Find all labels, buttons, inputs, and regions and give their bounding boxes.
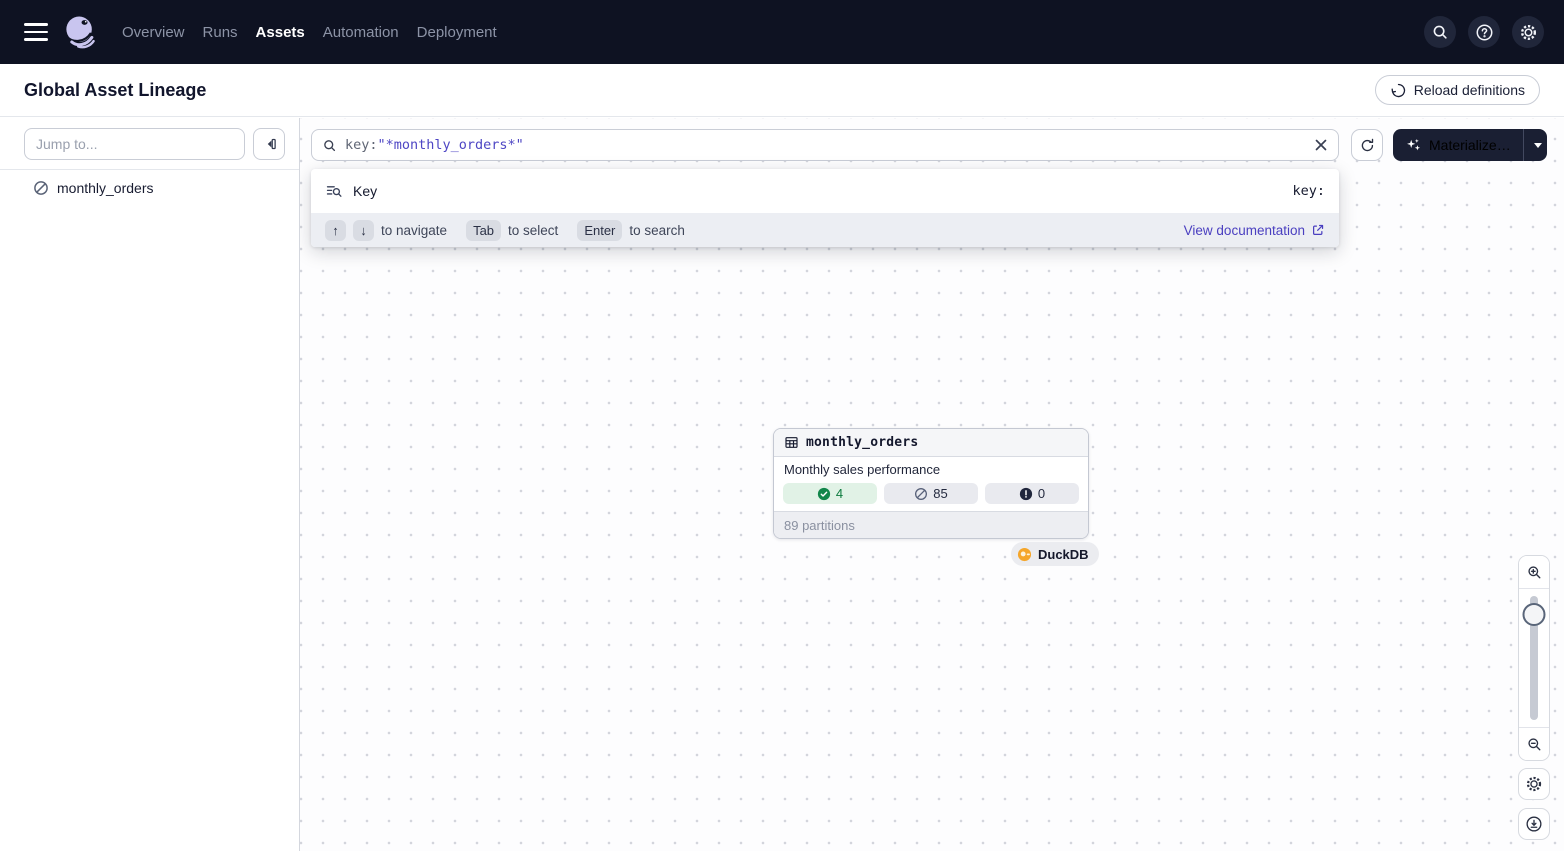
asset-node-name: monthly_orders: [806, 435, 918, 450]
query-value: "*monthly_orders*": [378, 137, 524, 153]
asset-partitions-footer: 89 partitions: [774, 511, 1088, 538]
sidebar-asset-monthly-orders[interactable]: monthly_orders: [0, 170, 299, 204]
select-hint-label: to select: [508, 223, 558, 238]
navbar-actions: [1424, 16, 1544, 48]
asset-node-body: Monthly sales performance 4 85: [774, 457, 1088, 511]
asset-description: Monthly sales performance: [784, 462, 1078, 477]
graph-settings-gear-icon[interactable]: [1518, 768, 1550, 800]
asset-search-input[interactable]: key: "*monthly_orders*": [311, 129, 1339, 161]
search-icon: [322, 138, 337, 153]
sparkles-icon: [1405, 137, 1422, 154]
asset-node-monthly-orders[interactable]: monthly_orders Monthly sales performance…: [773, 428, 1089, 539]
nav-item-automation[interactable]: Automation: [323, 20, 399, 45]
failed-count-pill[interactable]: 0: [985, 483, 1079, 504]
asset-node-header[interactable]: monthly_orders: [774, 429, 1088, 457]
enter-key: Enter: [577, 220, 622, 241]
reload-code-location-icon: [1390, 82, 1407, 99]
search-suggestions-dropdown: Key key: ↑ ↓ to navigate Tab to select E…: [311, 169, 1339, 247]
sidebar-toolbar: [0, 118, 299, 170]
up-arrow-key: ↑: [325, 220, 346, 241]
chevron-down-icon: [1534, 143, 1542, 148]
duckdb-logo-icon: [1017, 547, 1032, 562]
help-icon[interactable]: [1468, 16, 1500, 48]
dagster-logo[interactable]: [60, 12, 100, 52]
asset-name-label: monthly_orders: [57, 180, 154, 196]
table-icon: [784, 435, 799, 450]
collapse-sidebar-button[interactable]: [253, 128, 285, 160]
storage-kind-tag-duckdb[interactable]: DuckDB: [1011, 542, 1099, 566]
materialize-dropdown-caret[interactable]: [1524, 129, 1547, 161]
refresh-graph-icon[interactable]: [1351, 129, 1383, 161]
asset-status-pills: 4 85 0: [783, 483, 1079, 504]
missing-count-pill[interactable]: 85: [884, 483, 978, 504]
nav-item-overview[interactable]: Overview: [122, 20, 185, 45]
down-arrow-key: ↓: [353, 220, 374, 241]
app-body: monthly_orders key: "*monthly_orders*" M…: [0, 118, 1564, 851]
suggestion-label: Key: [353, 183, 377, 199]
zoom-slider[interactable]: [1519, 589, 1549, 727]
dropdown-hint-bar: ↑ ↓ to navigate Tab to select Enter to s…: [311, 213, 1339, 247]
materialize-button[interactable]: Materialize…: [1393, 137, 1523, 154]
jump-to-input[interactable]: [24, 128, 245, 160]
external-link-icon: [1311, 223, 1325, 237]
check-circle-icon: [817, 487, 831, 501]
zoom-out-icon[interactable]: [1519, 727, 1549, 760]
suggestion-filter-hint: key:: [1292, 183, 1325, 199]
download-graph-icon[interactable]: [1518, 808, 1550, 840]
page-header: Global Asset Lineage Reload definitions: [0, 64, 1564, 117]
slashed-circle-icon: [914, 487, 928, 501]
lineage-sidebar: monthly_orders: [0, 118, 300, 851]
query-prefix: key:: [345, 137, 378, 153]
settings-gear-icon[interactable]: [1512, 16, 1544, 48]
reload-definitions-button[interactable]: Reload definitions: [1375, 75, 1540, 105]
clear-search-icon[interactable]: [1314, 138, 1328, 152]
nav-item-assets[interactable]: Assets: [256, 20, 305, 45]
view-documentation-link[interactable]: View documentation: [1184, 223, 1325, 238]
materialize-split-button: Materialize…: [1393, 129, 1547, 161]
slashed-circle-icon: [33, 180, 49, 196]
search-hint-label: to search: [629, 223, 685, 238]
filter-search-icon: [325, 182, 343, 200]
primary-nav: Overview Runs Assets Automation Deployme…: [122, 20, 497, 45]
search-icon[interactable]: [1424, 16, 1456, 48]
top-navbar: Overview Runs Assets Automation Deployme…: [0, 0, 1564, 64]
hamburger-menu-icon[interactable]: [24, 23, 48, 41]
nav-item-runs[interactable]: Runs: [203, 20, 238, 45]
tab-key: Tab: [466, 220, 501, 241]
materialized-count-pill[interactable]: 4: [783, 483, 877, 504]
lineage-graph-pane[interactable]: key: "*monthly_orders*" Materialize…: [300, 118, 1564, 851]
zoom-controls-panel: [1518, 555, 1550, 761]
nav-item-deployment[interactable]: Deployment: [417, 20, 497, 45]
suggestion-row-key[interactable]: Key key:: [311, 169, 1339, 213]
zoom-slider-handle[interactable]: [1523, 603, 1546, 626]
navigate-hint-label: to navigate: [381, 223, 447, 238]
page-title: Global Asset Lineage: [24, 80, 206, 101]
alert-circle-icon: [1019, 487, 1033, 501]
zoom-in-icon[interactable]: [1519, 556, 1549, 589]
